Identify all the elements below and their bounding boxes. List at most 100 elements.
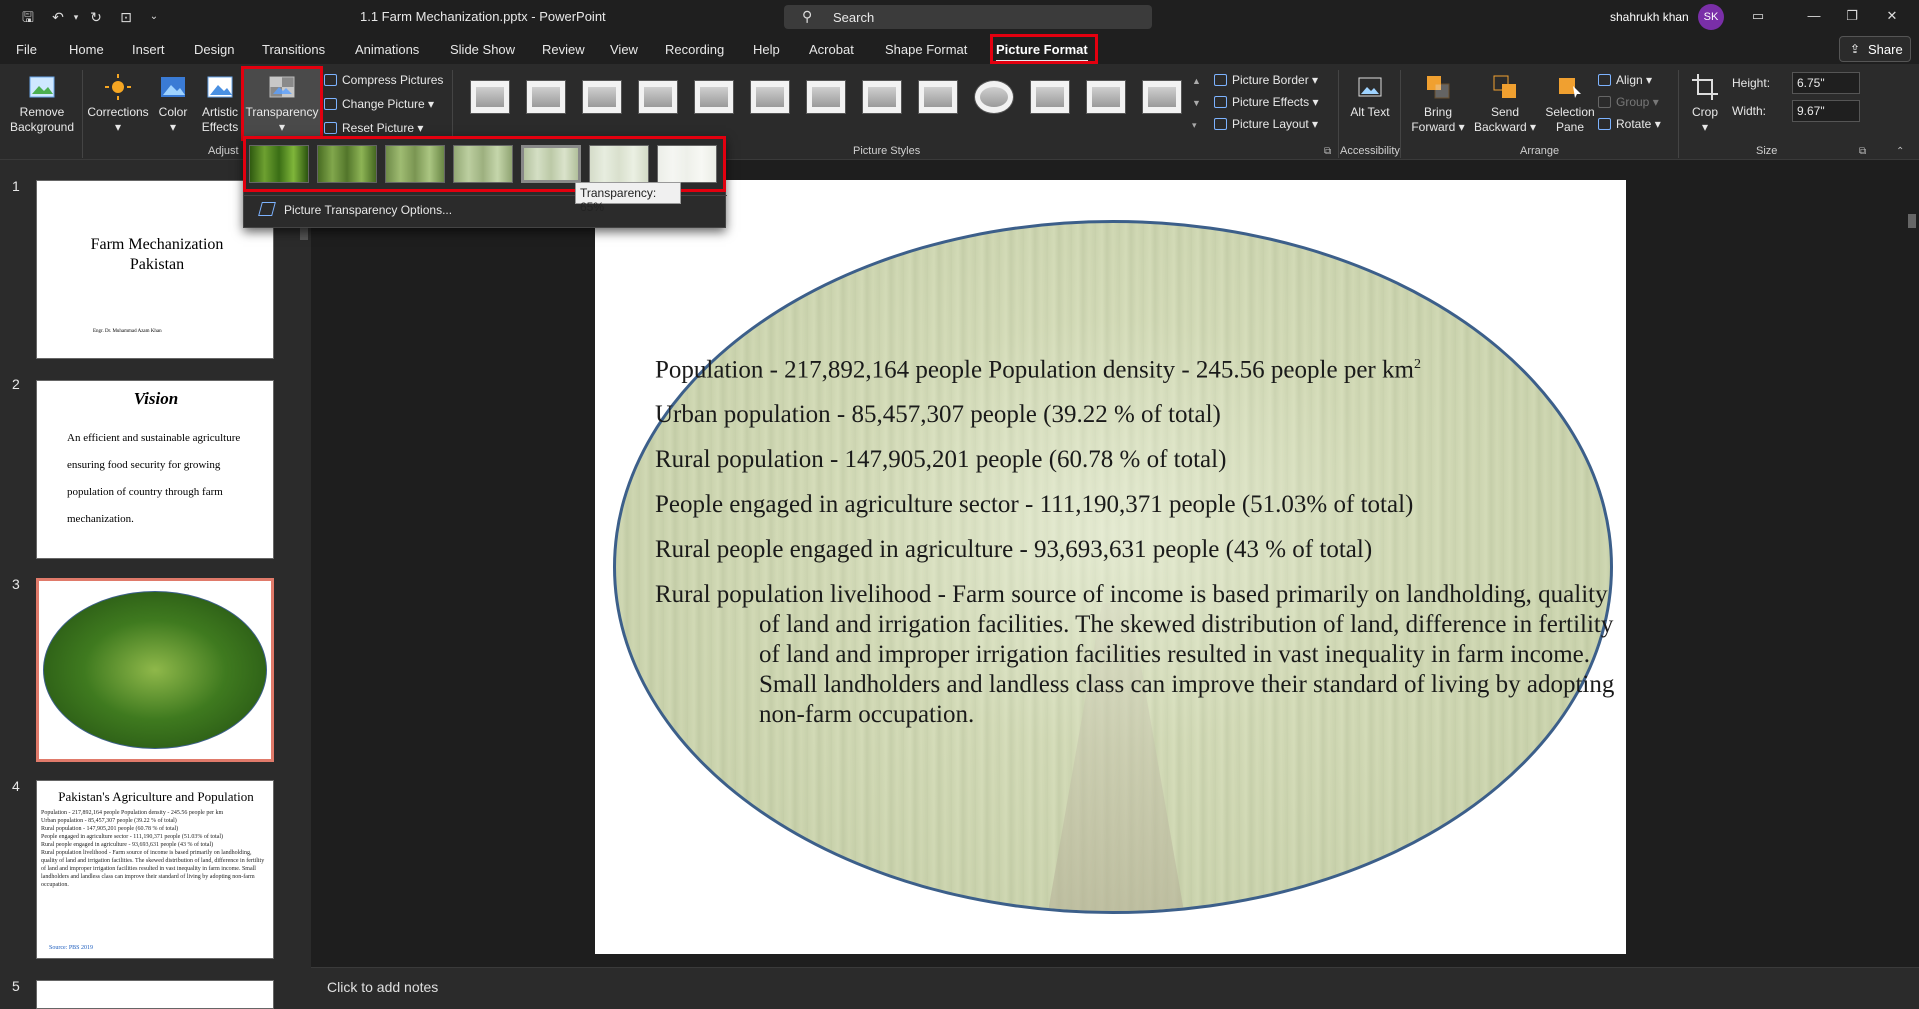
- transparency-0-swatch[interactable]: [249, 145, 309, 183]
- thumb-body: An efficient and sustainable agriculture…: [67, 432, 241, 525]
- tab-acrobat[interactable]: Acrobat: [809, 42, 854, 57]
- slide-editor[interactable]: Population - 217,892,164 people Populati…: [595, 180, 1626, 954]
- alt-text-icon: [1358, 77, 1382, 97]
- picture-border-button[interactable]: Picture Border ▾: [1214, 72, 1318, 88]
- alt-text-button[interactable]: Alt Text: [1344, 72, 1396, 120]
- tab-animations[interactable]: Animations: [355, 42, 419, 57]
- slide-thumbnail-5[interactable]: [36, 980, 274, 1009]
- picture-style-7[interactable]: [806, 80, 846, 114]
- bring-forward-button[interactable]: Bring Forward ▾: [1408, 72, 1468, 135]
- picture-style-4[interactable]: [638, 80, 678, 114]
- picture-style-9[interactable]: [918, 80, 958, 114]
- reset-picture-label: Reset Picture: [342, 121, 415, 135]
- save-icon[interactable]: 🖫: [20, 9, 36, 25]
- tab-review[interactable]: Review: [542, 42, 585, 57]
- slide-number: 2: [12, 376, 20, 392]
- remove-background-button[interactable]: Remove Background: [6, 72, 78, 135]
- close-icon[interactable]: ✕: [1882, 8, 1902, 26]
- color-button[interactable]: Color ▾: [152, 72, 194, 135]
- tab-help[interactable]: Help: [753, 42, 780, 57]
- selection-pane-label: Selection Pane: [1545, 105, 1595, 134]
- tab-home[interactable]: Home: [69, 42, 104, 57]
- size-dialog-launcher-icon[interactable]: ⧉: [1859, 146, 1866, 157]
- transparency-80-swatch[interactable]: [589, 145, 649, 183]
- user-name[interactable]: shahrukh khan: [1610, 10, 1689, 24]
- tab-file[interactable]: File: [16, 42, 37, 57]
- redo-icon[interactable]: ↻: [88, 9, 104, 25]
- selection-pane-button[interactable]: Selection Pane: [1542, 72, 1598, 135]
- picture-style-12[interactable]: [1086, 80, 1126, 114]
- dialog-launcher-icon[interactable]: ⧉: [1324, 146, 1331, 157]
- vertical-scrollbar[interactable]: [1905, 160, 1919, 967]
- picture-style-11[interactable]: [1030, 80, 1070, 114]
- transparency-button[interactable]: Transparency ▾: [244, 68, 320, 140]
- search-box[interactable]: ⚲ Search: [784, 5, 1152, 29]
- transparency-50-swatch[interactable]: [453, 145, 513, 183]
- avatar[interactable]: SK: [1698, 4, 1724, 30]
- title-bar: 🖫 ↶ ▾ ↻ ⊡ ⌄ 1.1 Farm Mechanization.pptx …: [0, 0, 1919, 34]
- corrections-button[interactable]: Corrections ▾: [86, 72, 150, 135]
- notes-pane[interactable]: Click to add notes: [311, 967, 1919, 1009]
- rotate-button[interactable]: Rotate ▾: [1598, 116, 1661, 132]
- crop-button[interactable]: Crop ▾: [1684, 72, 1726, 135]
- reset-picture-button[interactable]: Reset Picture ▾: [324, 120, 423, 136]
- picture-style-10[interactable]: [974, 80, 1014, 114]
- minimize-icon[interactable]: —: [1804, 8, 1824, 26]
- transparency-15-swatch[interactable]: [317, 145, 377, 183]
- picture-style-3[interactable]: [582, 80, 622, 114]
- tab-shape-format[interactable]: Shape Format: [885, 42, 967, 57]
- slide-thumbnail-3[interactable]: [36, 578, 274, 762]
- tab-insert[interactable]: Insert: [132, 42, 165, 57]
- rotate-icon: [1598, 118, 1611, 130]
- slide-thumbnail-2[interactable]: Vision An efficient and sustainable agri…: [36, 380, 274, 559]
- compress-pictures-button[interactable]: Compress Pictures: [324, 72, 443, 88]
- picture-effects-button[interactable]: Picture Effects ▾: [1214, 94, 1319, 110]
- transparency-65-swatch[interactable]: [521, 145, 581, 183]
- ribbon-display-icon[interactable]: ▭: [1748, 8, 1768, 26]
- artistic-effects-button[interactable]: Artistic Effects: [196, 72, 244, 135]
- group-button[interactable]: Group ▾: [1598, 94, 1659, 110]
- picture-layout-button[interactable]: Picture Layout ▾: [1214, 116, 1318, 132]
- collapse-ribbon-icon[interactable]: ⌃: [1896, 146, 1904, 157]
- slide-line-3: Rural population - 147,905,201 people (6…: [655, 446, 1227, 474]
- picture-style-6[interactable]: [750, 80, 790, 114]
- picture-style-8[interactable]: [862, 80, 902, 114]
- width-input[interactable]: 9.67": [1792, 100, 1860, 122]
- slide-number: 3: [12, 576, 20, 592]
- tab-picture-format[interactable]: Picture Format: [996, 42, 1088, 62]
- tab-transitions[interactable]: Transitions: [262, 42, 325, 57]
- change-picture-button[interactable]: Change Picture ▾: [324, 96, 434, 112]
- picture-style-13[interactable]: [1142, 80, 1182, 114]
- slide-thumbnail-1[interactable]: Farm Mechanization Pakistan Engr. Dr. Mu…: [36, 180, 274, 359]
- transparency-95-swatch[interactable]: [657, 145, 717, 183]
- tab-slide-show[interactable]: Slide Show: [450, 42, 515, 57]
- restore-icon[interactable]: ❐: [1842, 8, 1862, 26]
- thumb-line: People engaged in agriculture sector - 1…: [41, 834, 224, 840]
- align-button[interactable]: Align ▾: [1598, 72, 1652, 88]
- thumbnails-scrollbar[interactable]: [298, 160, 311, 1009]
- transparency-icon: [269, 76, 295, 98]
- transparency-30-swatch[interactable]: [385, 145, 445, 183]
- picture-border-label: Picture Border: [1232, 73, 1309, 87]
- picture-style-1[interactable]: [470, 80, 510, 114]
- undo-icon[interactable]: ↶: [50, 9, 66, 25]
- transparency-options-label: Picture Transparency Options...: [284, 203, 453, 217]
- height-input[interactable]: 6.75": [1792, 72, 1860, 94]
- send-backward-button[interactable]: Send Backward ▾: [1472, 72, 1538, 135]
- tab-view[interactable]: View: [610, 42, 638, 57]
- transparency-label: Transparency: [245, 105, 319, 119]
- scroll-thumb[interactable]: [1908, 214, 1916, 228]
- slide-text-box[interactable]: Population - 217,892,164 people Populati…: [655, 350, 1615, 730]
- customize-toolbar-icon[interactable]: ⌄: [146, 9, 162, 25]
- undo-dropdown-icon[interactable]: ▾: [68, 9, 84, 25]
- tab-design[interactable]: Design: [194, 42, 234, 57]
- height-label: Height:: [1732, 76, 1771, 90]
- share-button[interactable]: ⇪ Share: [1839, 36, 1911, 62]
- bring-forward-label: Bring Forward: [1411, 105, 1456, 134]
- present-icon[interactable]: ⊡: [118, 9, 134, 25]
- picture-style-2[interactable]: [526, 80, 566, 114]
- tab-recording[interactable]: Recording: [665, 42, 724, 57]
- gallery-scroll-icon[interactable]: ▲ ▼ ▾: [1192, 70, 1201, 136]
- picture-style-5[interactable]: [694, 80, 734, 114]
- slide-thumbnail-4[interactable]: Pakistan's Agriculture and Population Po…: [36, 780, 274, 959]
